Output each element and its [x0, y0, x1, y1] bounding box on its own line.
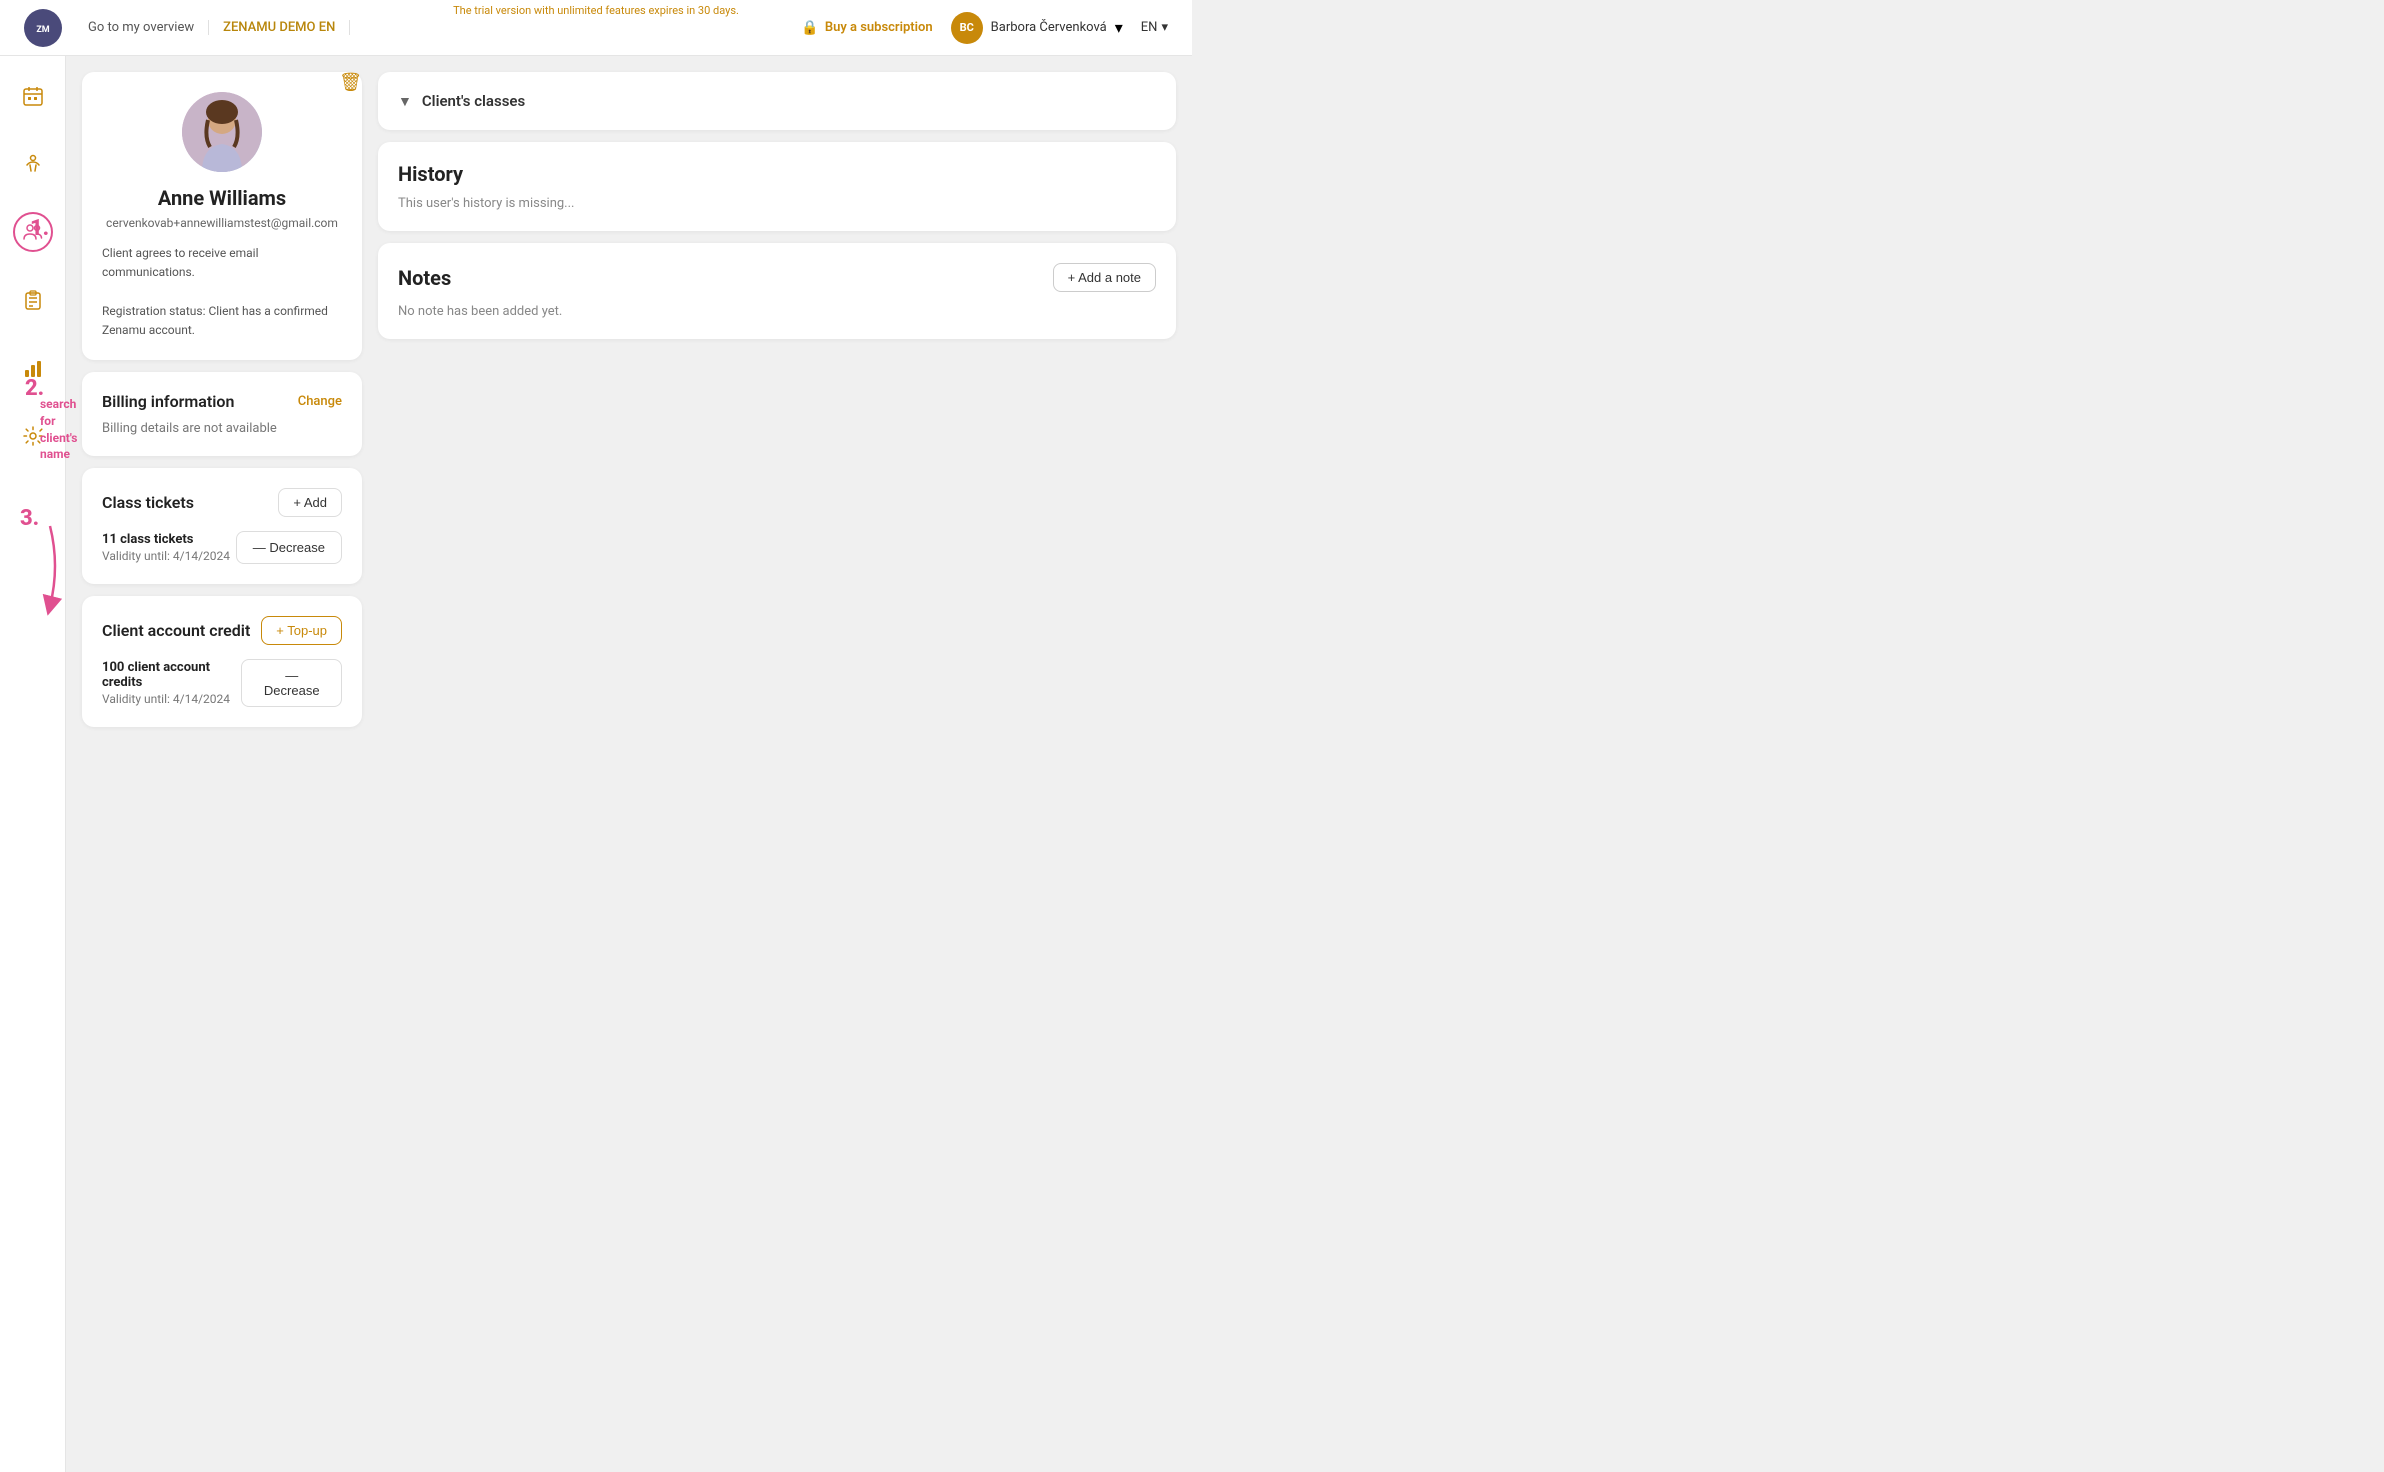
sidebar-item-settings[interactable] — [13, 416, 53, 456]
notes-title: Notes — [398, 266, 451, 290]
buy-subscription-button[interactable]: 🔒 Buy a subscription — [801, 20, 932, 36]
reg-status: Registration status: Client has a confir… — [102, 302, 342, 340]
topbar-nav: Go to my overview ZENAMU DEMO EN — [74, 20, 350, 35]
history-text: This user's history is missing... — [398, 196, 1156, 211]
billing-details: Billing details are not available — [102, 421, 342, 436]
delete-icon[interactable]: 🗑 — [339, 72, 362, 93]
sidebar-item-bookings[interactable] — [13, 280, 53, 320]
logo[interactable]: ZM — [24, 9, 62, 47]
svg-text:ZM: ZM — [36, 25, 49, 35]
credit-count: 100 client account credits — [102, 660, 241, 690]
avatar — [182, 92, 262, 172]
history-title: History — [398, 162, 1156, 186]
sidebar-item-clients[interactable] — [13, 212, 53, 252]
classes-card: ▼ Client's classes — [378, 72, 1176, 130]
client-name: Anne Williams — [158, 186, 286, 210]
ticket-validity: Validity until: 4/14/2024 — [102, 549, 230, 563]
credit-title: Client account credit — [102, 621, 250, 640]
user-menu[interactable]: BC Barbora Červenková ▾ — [951, 12, 1123, 44]
ticket-row: 11 class tickets Validity until: 4/14/20… — [102, 531, 342, 564]
nav-demo[interactable]: ZENAMU DEMO EN — [209, 20, 350, 35]
notes-header: Notes + Add a note — [398, 263, 1156, 292]
ticket-count: 11 class tickets — [102, 532, 230, 547]
right-column: ▼ Client's classes History This user's h… — [378, 72, 1176, 1456]
sidebar-item-calendar[interactable] — [13, 76, 53, 116]
decrease-ticket-button[interactable]: — Decrease — [236, 531, 342, 564]
sidebar-item-reports[interactable] — [13, 348, 53, 388]
classes-header: ▼ Client's classes — [398, 92, 1156, 110]
user-name: Barbora Červenková — [991, 20, 1107, 35]
sidebar — [0, 56, 66, 1472]
credit-info: 100 client account credits Validity unti… — [102, 660, 241, 706]
billing-change-link[interactable]: Change — [298, 394, 342, 409]
tickets-card: Class tickets + Add 11 class tickets Val… — [82, 468, 362, 584]
credit-validity: Validity until: 4/14/2024 — [102, 692, 241, 706]
ticket-info: 11 class tickets Validity until: 4/14/20… — [102, 532, 230, 563]
user-avatar: BC — [951, 12, 983, 44]
profile-card: 🗑 Anne Williams cervenkova — [82, 72, 362, 360]
topbar: The trial version with unlimited feature… — [0, 0, 1192, 56]
billing-card: Billing information Change Billing detai… — [82, 372, 362, 456]
tickets-title: Class tickets — [102, 493, 194, 512]
decrease-credit-button[interactable]: — Decrease — [241, 659, 342, 707]
lock-icon: 🔒 — [801, 20, 818, 36]
billing-header: Billing information Change — [102, 392, 342, 411]
user-menu-chevron-icon: ▾ — [1115, 18, 1123, 37]
classes-title: Client's classes — [422, 92, 525, 110]
email-pref: Client agrees to receive email communica… — [102, 244, 342, 282]
classes-chevron-icon[interactable]: ▼ — [398, 93, 412, 110]
sidebar-wrapper: 1. 2. search for client's name 3. — [0, 56, 66, 1472]
history-card: History This user's history is missing..… — [378, 142, 1176, 231]
notes-empty-text: No note has been added yet. — [398, 304, 1156, 319]
sidebar-item-classes[interactable] — [13, 144, 53, 184]
credit-header: Client account credit + Top-up — [102, 616, 342, 645]
nav-overview[interactable]: Go to my overview — [74, 20, 209, 35]
logo-icon: ZM — [24, 9, 62, 47]
add-note-button[interactable]: + Add a note — [1053, 263, 1156, 292]
content-area: 🗑 Anne Williams cervenkova — [66, 56, 1192, 1472]
left-column: 🗑 Anne Williams cervenkova — [82, 72, 362, 1456]
language-selector[interactable]: EN ▾ — [1141, 20, 1168, 35]
client-email: cervenkovab+annewilliamstest@gmail.com — [106, 216, 338, 230]
topbar-right: 🔒 Buy a subscription BC Barbora Červenko… — [801, 12, 1168, 44]
trial-notice: The trial version with unlimited feature… — [453, 0, 739, 17]
lang-chevron-icon: ▾ — [1161, 20, 1168, 35]
tickets-header: Class tickets + Add — [102, 488, 342, 517]
profile-info: Client agrees to receive email communica… — [102, 244, 342, 340]
notes-card: Notes + Add a note No note has been adde… — [378, 243, 1176, 339]
billing-title: Billing information — [102, 392, 234, 411]
add-ticket-button[interactable]: + Add — [278, 488, 342, 517]
topup-button[interactable]: + Top-up — [261, 616, 342, 645]
main-layout: 1. 2. search for client's name 3. — [0, 56, 1192, 1472]
credit-card: Client account credit + Top-up 100 clien… — [82, 596, 362, 727]
credit-row: 100 client account credits Validity unti… — [102, 659, 342, 707]
